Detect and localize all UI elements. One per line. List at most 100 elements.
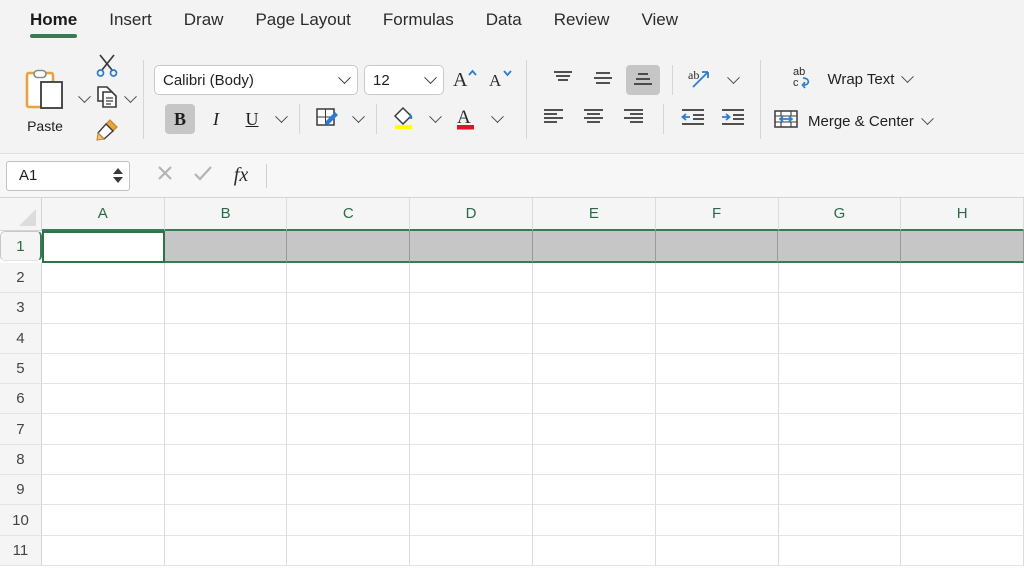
align-middle-button[interactable] bbox=[586, 65, 620, 95]
cell-d5[interactable] bbox=[410, 353, 533, 385]
cell-e4[interactable] bbox=[532, 323, 656, 354]
cell-c11[interactable] bbox=[287, 535, 411, 566]
cell-f8[interactable] bbox=[655, 444, 779, 476]
cell-d4[interactable] bbox=[410, 323, 533, 354]
align-bottom-button[interactable] bbox=[626, 65, 660, 95]
cell-b3[interactable] bbox=[164, 293, 288, 324]
select-all-corner-icon[interactable] bbox=[0, 198, 42, 231]
cell-h6[interactable] bbox=[901, 384, 1024, 415]
row-header-7[interactable]: 7 bbox=[0, 414, 42, 445]
cell-c9[interactable] bbox=[287, 475, 411, 506]
cell-e8[interactable] bbox=[532, 444, 656, 476]
cell-d8[interactable] bbox=[410, 444, 533, 476]
row-header-1[interactable]: 1 bbox=[0, 231, 42, 261]
cell-b5[interactable] bbox=[164, 353, 288, 385]
cell-d11[interactable] bbox=[410, 535, 533, 566]
row-header-9[interactable]: 9 bbox=[0, 475, 42, 506]
column-header-e[interactable]: E bbox=[532, 198, 656, 231]
cell-a1[interactable] bbox=[41, 231, 165, 263]
cell-g10[interactable] bbox=[778, 505, 902, 536]
cell-e9[interactable] bbox=[532, 475, 656, 506]
fill-color-button[interactable] bbox=[387, 104, 421, 134]
cell-b1[interactable] bbox=[164, 231, 288, 263]
font-size-select[interactable]: 12 bbox=[364, 65, 444, 95]
cell-c4[interactable] bbox=[287, 323, 411, 354]
cell-h11[interactable] bbox=[901, 535, 1024, 566]
borders-button[interactable] bbox=[310, 104, 344, 134]
column-header-f[interactable]: F bbox=[655, 198, 779, 231]
cell-a7[interactable] bbox=[41, 414, 165, 445]
tab-review[interactable]: Review bbox=[538, 8, 626, 38]
tab-insert[interactable]: Insert bbox=[93, 8, 168, 38]
decrease-font-size-button[interactable]: A bbox=[486, 65, 516, 95]
cell-d2[interactable] bbox=[410, 263, 533, 294]
cell-f3[interactable] bbox=[655, 293, 779, 324]
column-header-b[interactable]: B bbox=[164, 198, 288, 231]
tab-draw[interactable]: Draw bbox=[168, 8, 240, 38]
cell-d9[interactable] bbox=[410, 475, 533, 506]
column-header-h[interactable]: H bbox=[901, 198, 1024, 231]
cell-f11[interactable] bbox=[655, 535, 779, 566]
cell-e3[interactable] bbox=[532, 293, 656, 324]
cell-h7[interactable] bbox=[901, 414, 1024, 445]
increase-font-size-button[interactable]: A bbox=[450, 65, 480, 95]
cell-f2[interactable] bbox=[655, 263, 779, 294]
cell-d10[interactable] bbox=[410, 505, 533, 536]
copy-dropdown-button[interactable] bbox=[124, 89, 137, 109]
row-header-3[interactable]: 3 bbox=[0, 293, 42, 324]
cell-e1[interactable] bbox=[532, 231, 656, 263]
font-color-button[interactable]: A bbox=[449, 104, 483, 134]
cell-h10[interactable] bbox=[901, 505, 1024, 536]
align-center-button[interactable] bbox=[577, 104, 611, 134]
cell-a5[interactable] bbox=[41, 353, 165, 385]
cell-c1[interactable] bbox=[287, 231, 411, 263]
cell-b2[interactable] bbox=[164, 263, 288, 294]
row-header-11[interactable]: 11 bbox=[0, 535, 42, 566]
row-header-8[interactable]: 8 bbox=[0, 444, 42, 476]
cell-h9[interactable] bbox=[901, 475, 1024, 506]
cell-d3[interactable] bbox=[410, 293, 533, 324]
cell-a8[interactable] bbox=[41, 444, 165, 476]
copy-button[interactable] bbox=[94, 85, 137, 115]
font-color-dropdown-button[interactable] bbox=[489, 109, 505, 124]
formula-input[interactable] bbox=[267, 161, 1024, 191]
cell-e11[interactable] bbox=[532, 535, 656, 566]
cell-a2[interactable] bbox=[41, 263, 165, 294]
name-box-spinner[interactable] bbox=[113, 168, 125, 183]
cell-b9[interactable] bbox=[164, 475, 288, 506]
cell-f7[interactable] bbox=[655, 414, 779, 445]
cell-d1[interactable] bbox=[410, 231, 533, 263]
cell-h2[interactable] bbox=[901, 263, 1024, 294]
italic-button[interactable]: I bbox=[201, 104, 231, 134]
row-header-5[interactable]: 5 bbox=[0, 353, 42, 385]
borders-dropdown-button[interactable] bbox=[350, 109, 366, 124]
cell-g1[interactable] bbox=[778, 231, 902, 263]
cell-h3[interactable] bbox=[901, 293, 1024, 324]
cell-c6[interactable] bbox=[287, 384, 411, 415]
align-left-button[interactable] bbox=[537, 104, 571, 134]
cell-f9[interactable] bbox=[655, 475, 779, 506]
tab-view[interactable]: View bbox=[625, 8, 694, 38]
cancel-button[interactable] bbox=[148, 161, 182, 191]
cell-h1[interactable] bbox=[901, 231, 1024, 263]
cell-a4[interactable] bbox=[41, 323, 165, 354]
align-top-button[interactable] bbox=[546, 65, 580, 95]
merge-center-button[interactable]: Merge & Center bbox=[773, 107, 934, 136]
cell-c10[interactable] bbox=[287, 505, 411, 536]
cell-f10[interactable] bbox=[655, 505, 779, 536]
cell-f1[interactable] bbox=[655, 231, 779, 263]
underline-button[interactable]: U bbox=[237, 104, 267, 134]
cell-c7[interactable] bbox=[287, 414, 411, 445]
bold-button[interactable]: B bbox=[165, 104, 195, 134]
cell-b7[interactable] bbox=[164, 414, 288, 445]
row-header-4[interactable]: 4 bbox=[0, 323, 42, 354]
cell-g11[interactable] bbox=[778, 535, 902, 566]
decrease-indent-button[interactable] bbox=[676, 104, 710, 134]
row-header-2[interactable]: 2 bbox=[0, 263, 42, 294]
row-header-10[interactable]: 10 bbox=[0, 505, 42, 536]
cell-f4[interactable] bbox=[655, 323, 779, 354]
underline-dropdown-button[interactable] bbox=[273, 109, 289, 124]
align-right-button[interactable] bbox=[617, 104, 651, 134]
cell-g7[interactable] bbox=[778, 414, 902, 445]
column-header-d[interactable]: D bbox=[410, 198, 533, 231]
